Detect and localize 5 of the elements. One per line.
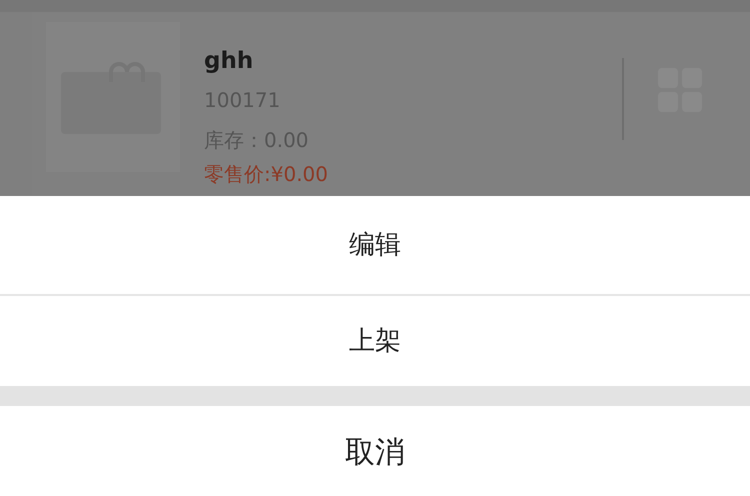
product-name: ghh: [204, 47, 254, 76]
action-button[interactable]: 编辑: [0, 196, 750, 294]
retail-price: 零售价:¥0.00: [204, 162, 329, 186]
cancel-button[interactable]: 取消: [0, 406, 750, 496]
action-button[interactable]: 上架: [0, 296, 750, 386]
